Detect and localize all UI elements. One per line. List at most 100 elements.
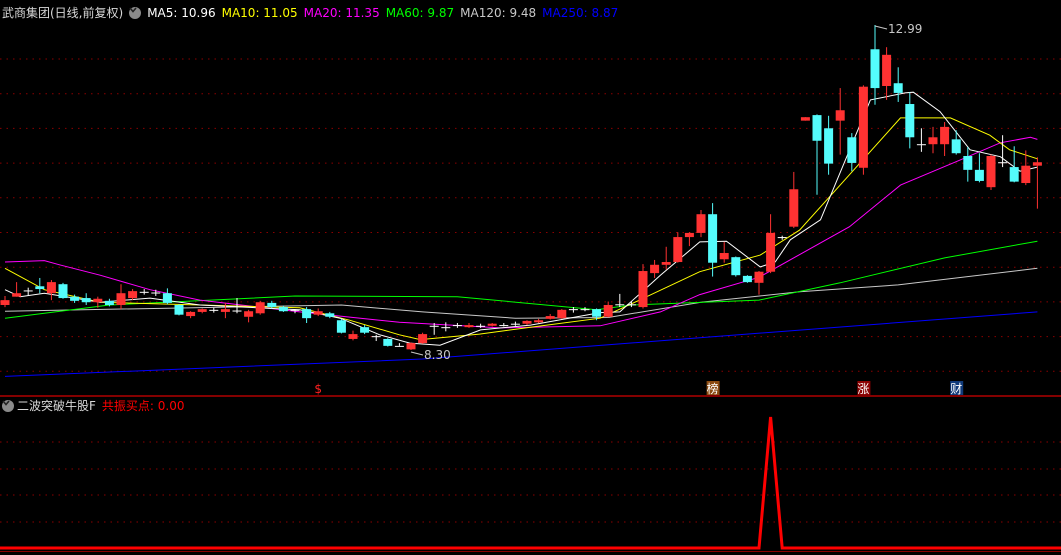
stock-chart[interactable]: 12.99 8.30 $ 榜 涨 财	[0, 0, 1061, 555]
candle-body	[128, 291, 138, 299]
candle	[58, 282, 68, 299]
candle-body	[847, 137, 857, 163]
candle-body	[46, 282, 56, 294]
event-marker[interactable]: 榜	[707, 381, 720, 396]
candle-body	[858, 86, 868, 168]
moving-average-lines	[4, 91, 1038, 377]
event-marker[interactable]: 财	[950, 381, 964, 396]
stock-title: 武商集团(日线,前复权)	[2, 6, 124, 20]
candle	[348, 330, 358, 341]
candle-body	[371, 336, 381, 338]
candle	[951, 130, 961, 155]
candle-body	[162, 293, 172, 303]
candle	[128, 289, 138, 301]
candle	[336, 318, 346, 334]
candle	[522, 320, 532, 326]
candle	[116, 284, 126, 310]
candle-body	[893, 83, 903, 93]
candle-body	[232, 310, 242, 312]
candle	[81, 293, 91, 305]
candle	[0, 295, 10, 308]
resonance-buy-line	[0, 416, 1061, 550]
candle-body	[998, 162, 1008, 164]
annotation-arrow	[410, 351, 424, 356]
candle	[580, 307, 590, 312]
candle-body	[464, 325, 474, 328]
candle	[719, 241, 729, 263]
candle	[742, 275, 752, 283]
candle-body	[476, 325, 486, 327]
candle-body	[197, 309, 207, 312]
low-price-label: 8.30	[424, 348, 451, 362]
candle-body	[522, 320, 532, 324]
event-marker-label: 涨	[857, 381, 869, 396]
candle-body	[255, 302, 265, 314]
candle	[545, 313, 555, 320]
ma120-label: MA120: 9.48	[460, 6, 537, 20]
candle	[766, 214, 776, 274]
candle-body	[151, 292, 161, 294]
candle-body	[394, 345, 404, 347]
event-marker[interactable]: 涨	[857, 381, 871, 396]
candle	[905, 92, 915, 149]
candle	[441, 322, 451, 332]
event-marker[interactable]: $	[314, 382, 322, 396]
candle	[650, 259, 660, 278]
candle-body	[81, 298, 91, 303]
ma250-label: MA250: 8.87	[542, 6, 619, 20]
gridlines	[0, 58, 1061, 372]
chevron-down-icon[interactable]	[129, 7, 142, 19]
chevron-down-icon[interactable]	[2, 400, 14, 412]
candle	[1032, 157, 1042, 209]
candle	[197, 308, 207, 314]
candle-body	[12, 293, 22, 297]
candle-body	[789, 189, 799, 227]
candle-body	[986, 155, 996, 188]
candle-body	[70, 296, 80, 301]
candle-body	[429, 325, 439, 327]
candle	[313, 308, 323, 317]
candle	[684, 232, 694, 247]
candle-body	[93, 298, 103, 303]
ma250-line	[4, 311, 1038, 377]
candle-body	[603, 304, 613, 317]
candle-body	[754, 271, 764, 283]
candle-body	[487, 323, 497, 326]
candle-body	[638, 271, 648, 308]
ma60-line	[4, 240, 1038, 319]
candle	[661, 246, 671, 270]
candle-body	[580, 309, 590, 311]
ma5-label: MA5: 10.96	[147, 6, 216, 20]
ma20-label: MA20: 11.35	[303, 6, 380, 20]
candlesticks	[0, 25, 1042, 351]
candle-body	[23, 290, 33, 292]
candle-body	[0, 300, 10, 305]
candle	[800, 117, 810, 121]
candle	[406, 342, 416, 351]
candle	[754, 271, 764, 295]
candle-body	[139, 291, 149, 293]
candle-body	[870, 49, 880, 89]
candle	[986, 154, 996, 190]
candle-body	[719, 253, 729, 260]
candle	[371, 334, 381, 342]
candle-body	[882, 54, 892, 87]
candle-body	[615, 304, 625, 306]
indicator-value-label: 共振买点: 0.00	[101, 399, 185, 413]
candle	[893, 67, 903, 102]
candle	[824, 115, 834, 175]
candle-body	[278, 307, 288, 312]
candle-body	[244, 311, 254, 317]
candle	[882, 47, 892, 100]
candle-body	[510, 323, 520, 325]
candle	[174, 304, 184, 316]
candle	[858, 85, 868, 175]
candle	[615, 293, 625, 308]
candle-body	[302, 309, 312, 319]
candle-body	[626, 304, 636, 306]
candle-body	[58, 284, 68, 299]
candle	[464, 323, 474, 328]
candle	[12, 282, 22, 297]
candle-body	[684, 232, 694, 238]
candle	[487, 323, 497, 327]
